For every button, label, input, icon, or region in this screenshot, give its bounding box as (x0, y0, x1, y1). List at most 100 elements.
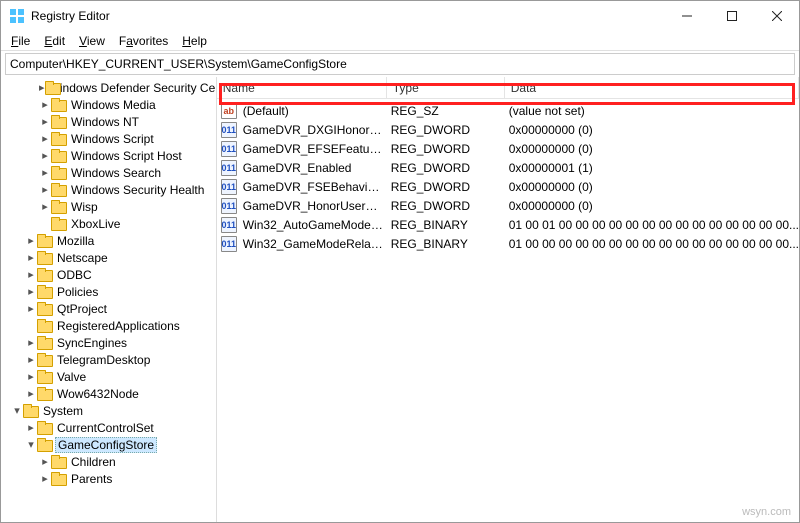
value-type: REG_DWORD (385, 180, 503, 194)
tree-pane[interactable]: ▸Windows Defender Security Ce ▸ Windows M… (1, 77, 217, 522)
tree-label: Valve (55, 370, 88, 384)
tree-item[interactable]: ▸ Children (1, 453, 216, 470)
expand-icon[interactable]: ▸ (39, 183, 51, 196)
expand-icon[interactable]: ▸ (39, 81, 45, 94)
tree-item[interactable]: ▸ Windows Security Health (1, 181, 216, 198)
tree-item[interactable]: ▸ Windows Search (1, 164, 216, 181)
tree-label: SyncEngines (55, 336, 129, 350)
folder-icon (51, 149, 67, 163)
menu-help[interactable]: Help (176, 32, 213, 50)
column-header-data[interactable]: Data (505, 77, 799, 98)
tree-item[interactable]: ▸Windows NT (1, 113, 216, 130)
folder-icon (37, 234, 53, 248)
value-row[interactable]: 011Win32_GameModeRelate...REG_BINARY01 0… (217, 234, 799, 253)
tree-item[interactable]: ▸Parents (1, 470, 216, 487)
tree-item[interactable]: ▸Windows Script Host (1, 147, 216, 164)
close-button[interactable] (754, 1, 799, 31)
value-row[interactable]: 011Win32_AutoGameModeD...REG_BINARY01 00… (217, 215, 799, 234)
tree-label: System (41, 404, 85, 418)
menu-view[interactable]: View (73, 32, 111, 50)
tree-item[interactable]: ▸QtProject (1, 300, 216, 317)
value-row[interactable]: 011GameDVR_HonorUserFSE...REG_DWORD0x000… (217, 196, 799, 215)
expand-icon[interactable]: ▸ (25, 421, 37, 434)
folder-icon (37, 319, 53, 333)
value-row[interactable]: 011GameDVR_EFSEFeatureFl...REG_DWORD0x00… (217, 139, 799, 158)
column-header-type[interactable]: Type (387, 77, 505, 98)
expand-icon[interactable]: ▸ (25, 387, 37, 400)
tree-item[interactable]: ▸ Windows Media (1, 96, 216, 113)
expand-icon[interactable]: ▸ (39, 472, 51, 485)
tree-label: XboxLive (69, 217, 122, 231)
value-row-highlighted[interactable]: 011GameDVR_EnabledREG_DWORD0x00000001 (1… (217, 158, 799, 177)
value-row[interactable]: 011GameDVR_FSEBehaviorM...REG_DWORD0x000… (217, 177, 799, 196)
tree-item[interactable]: ▸ Mozilla (1, 232, 216, 249)
menu-file[interactable]: File (5, 32, 36, 50)
expand-icon[interactable]: ▸ (25, 302, 37, 315)
collapse-icon[interactable]: ▾ (11, 404, 23, 417)
menu-favorites[interactable]: Favorites (113, 32, 174, 50)
maximize-button[interactable] (709, 1, 754, 31)
value-row[interactable]: ab(Default)REG_SZ(value not set) (217, 101, 799, 120)
tree-label: Windows Script (69, 132, 156, 146)
tree-item[interactable]: ▸ TelegramDesktop (1, 351, 216, 368)
tree-item[interactable]: ▸Policies (1, 283, 216, 300)
tree-item[interactable]: ▸Wisp (1, 198, 216, 215)
expand-icon[interactable]: ▸ (25, 268, 37, 281)
tree-item[interactable]: ▸ Valve (1, 368, 216, 385)
expand-icon[interactable]: ▸ (39, 132, 51, 145)
expand-icon[interactable]: ▸ (39, 166, 51, 179)
expand-icon[interactable]: ▸ (25, 285, 37, 298)
tree-item-selected[interactable]: ▾GameConfigStore (1, 436, 216, 453)
tree-label: Windows Search (69, 166, 163, 180)
value-data: 0x00000000 (0) (503, 142, 799, 156)
tree-item[interactable]: ▸Wow6432Node (1, 385, 216, 402)
expand-icon[interactable]: ▸ (39, 455, 51, 468)
folder-icon (51, 166, 67, 180)
tree-item[interactable]: XboxLive (1, 215, 216, 232)
folder-icon (51, 183, 67, 197)
tree-label: Mozilla (55, 234, 96, 248)
tree-item[interactable]: ▸ SyncEngines (1, 334, 216, 351)
folder-icon (51, 98, 67, 112)
value-name: (Default) (237, 104, 385, 118)
tree-label: TelegramDesktop (55, 353, 152, 367)
expand-icon[interactable]: ▸ (25, 353, 37, 366)
address-bar[interactable]: Computer\HKEY_CURRENT_USER\System\GameCo… (5, 53, 795, 75)
dword-value-icon: 011 (221, 160, 237, 176)
tree-item[interactable]: ▸ODBC (1, 266, 216, 283)
collapse-icon[interactable]: ▾ (25, 438, 37, 451)
values-list[interactable]: Name Type Data ab(Default)REG_SZ(value n… (217, 77, 799, 522)
tree-item[interactable]: ▸Windows Defender Security Ce (1, 79, 216, 96)
expand-icon[interactable]: ▸ (39, 149, 51, 162)
tree-item[interactable]: ▾ System (1, 402, 216, 419)
folder-icon (37, 268, 53, 282)
value-data: 0x00000001 (1) (503, 161, 799, 175)
folder-icon (51, 472, 67, 486)
minimize-button[interactable] (664, 1, 709, 31)
menu-edit[interactable]: Edit (38, 32, 71, 50)
expand-icon[interactable]: ▸ (39, 98, 51, 111)
tree-item[interactable]: RegisteredApplications (1, 317, 216, 334)
column-header-name[interactable]: Name (217, 77, 387, 98)
value-name: GameDVR_FSEBehaviorM... (237, 180, 385, 194)
tree-label: Children (69, 455, 118, 469)
expand-icon[interactable]: ▸ (25, 336, 37, 349)
string-value-icon: ab (221, 103, 237, 119)
titlebar: Registry Editor (1, 1, 799, 31)
expand-icon[interactable]: ▸ (25, 370, 37, 383)
tree-item[interactable]: ▸CurrentControlSet (1, 419, 216, 436)
folder-icon (37, 251, 53, 265)
tree-item[interactable]: ▸Netscape (1, 249, 216, 266)
watermark: wsyn.com (742, 506, 791, 518)
expand-icon[interactable]: ▸ (39, 200, 51, 213)
tree-item[interactable]: ▸ Windows Script (1, 130, 216, 147)
tree-label: Windows Security Health (69, 183, 206, 197)
expand-icon[interactable]: ▸ (25, 251, 37, 264)
tree-label: Windows Media (69, 98, 158, 112)
expand-icon[interactable]: ▸ (25, 234, 37, 247)
value-name: GameDVR_DXGIHonorFS... (237, 123, 385, 137)
expand-icon[interactable]: ▸ (39, 115, 51, 128)
folder-icon (51, 200, 67, 214)
value-type: REG_DWORD (385, 161, 503, 175)
value-row[interactable]: 011GameDVR_DXGIHonorFS...REG_DWORD0x0000… (217, 120, 799, 139)
